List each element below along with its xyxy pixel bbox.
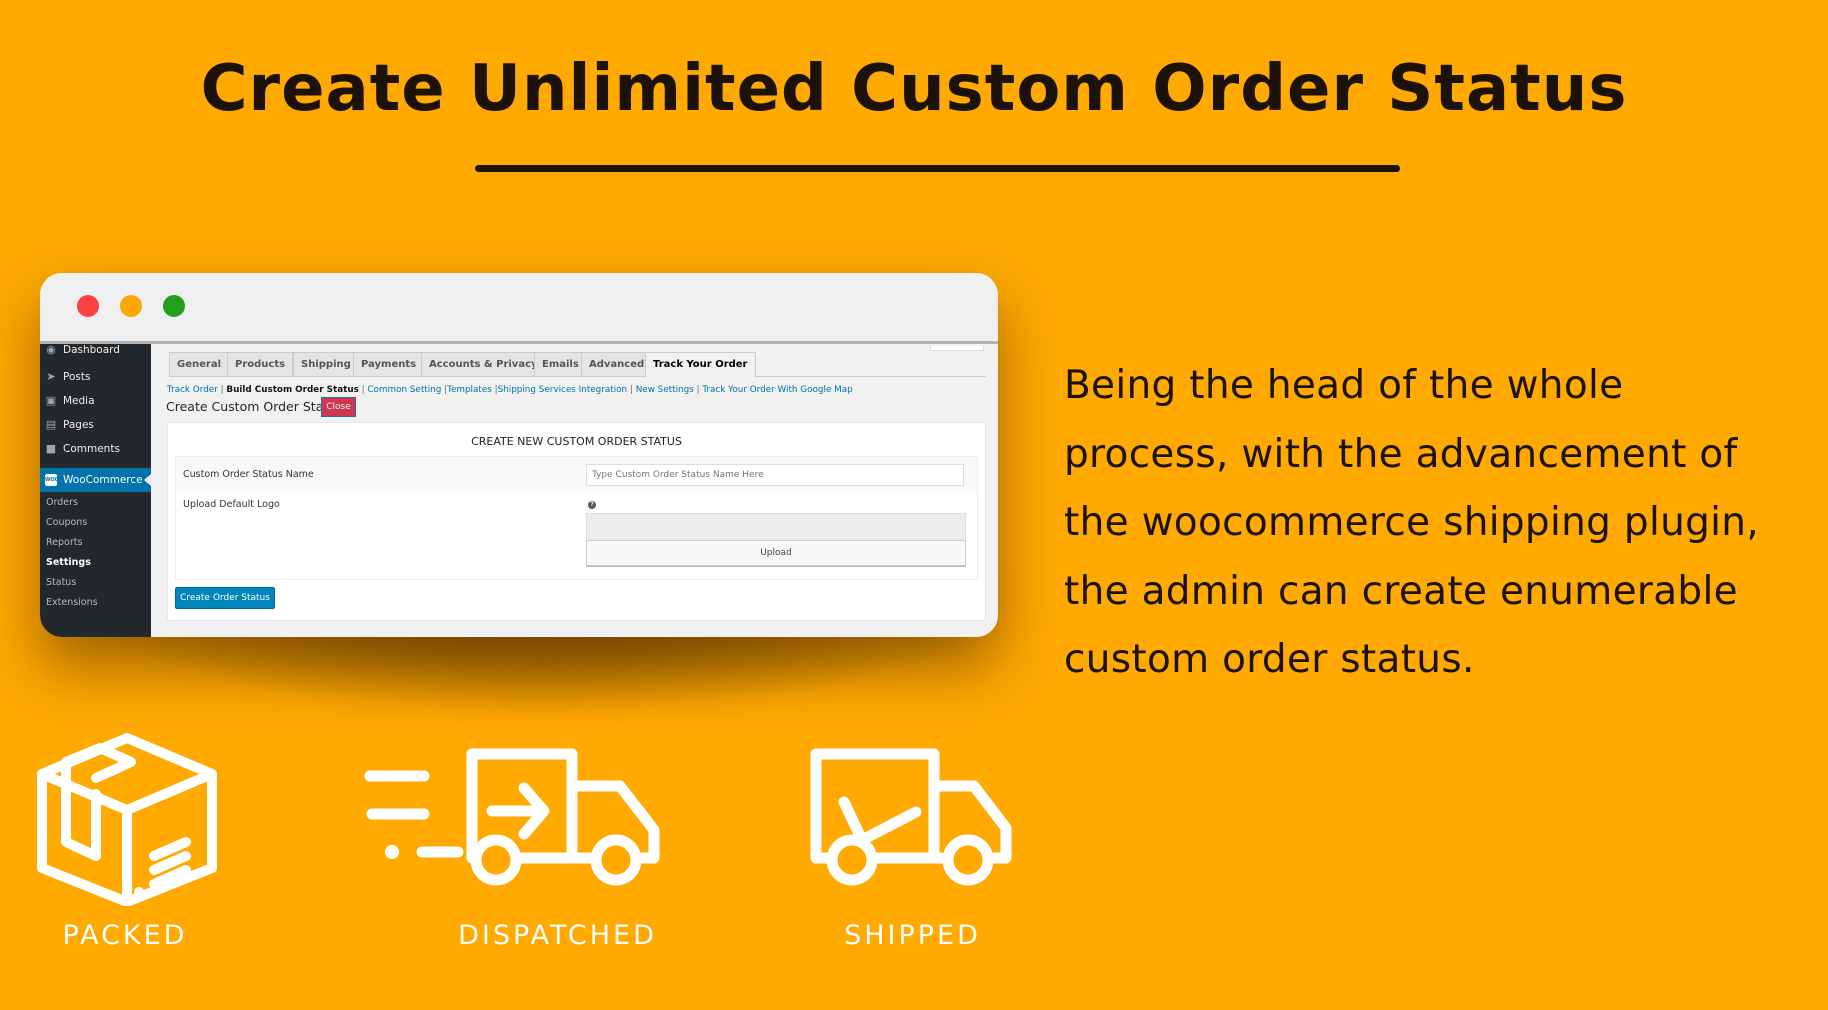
subnav-templates[interactable]: Templates: [447, 385, 492, 395]
media-icon: ▣: [45, 394, 57, 407]
pages-icon: ▤: [45, 418, 57, 431]
tab-products[interactable]: Products: [227, 352, 294, 376]
tab-shipping[interactable]: Shipping: [293, 352, 359, 376]
comment-icon: ■: [45, 442, 57, 455]
create-status-panel: CREATE NEW CUSTOM ORDER STATUS Custom Or…: [167, 422, 986, 621]
feature-description: Being the head of the whole process, wit…: [1064, 352, 1804, 695]
window-titlebar: [40, 273, 998, 344]
submenu-orders[interactable]: Orders: [46, 497, 78, 508]
subnav-shipping-services-integration[interactable]: Shipping Services Integration: [498, 385, 628, 395]
sub-navigation: Track Order | Build Custom Order Status …: [167, 385, 853, 395]
description-line: process, with the advancement of: [1064, 431, 1738, 477]
description-line: the admin can create enumerable: [1064, 568, 1738, 614]
window-minimize-dot[interactable]: [120, 295, 142, 317]
hero-title: Create Unlimited Custom Order Status: [200, 52, 1628, 126]
subnav-separator: |: [629, 385, 633, 395]
submenu-reports[interactable]: Reports: [46, 537, 82, 548]
subnav-build-custom-order-status[interactable]: Build Custom Order Status: [226, 385, 358, 395]
settings-content: General Products Shipping Payments Accou…: [151, 344, 998, 637]
status-name-input[interactable]: [586, 464, 964, 486]
submenu-extensions[interactable]: Extensions: [46, 597, 98, 608]
panel-title: CREATE NEW CUSTOM ORDER STATUS: [471, 435, 682, 448]
window-maximize-dot[interactable]: [163, 295, 185, 317]
submenu-coupons[interactable]: Coupons: [46, 517, 87, 528]
status-label-packed: PACKED: [62, 920, 188, 951]
tab-track-your-order[interactable]: Track Your Order: [645, 352, 756, 377]
subnav-track-with-google-map[interactable]: Track Your Order With Google Map: [702, 385, 852, 395]
upload-logo-label: Upload Default Logo: [183, 499, 280, 510]
tab-emails[interactable]: Emails: [534, 352, 587, 376]
close-button[interactable]: Close: [321, 397, 356, 417]
subnav-separator: |: [696, 385, 700, 395]
woo-icon: WOO: [45, 474, 59, 486]
form-row-status-name: Custom Order Status Name: [176, 457, 977, 493]
subnav-separator: |: [220, 385, 224, 395]
logo-preview-field: [586, 513, 966, 541]
fast-delivery-truck-icon: [364, 748, 660, 886]
page-heading: Create Custom Order Status: [166, 399, 343, 414]
subnav-separator: |: [361, 385, 365, 395]
pin-icon: ➤: [46, 370, 56, 383]
form-table: Custom Order Status Name Upload Default …: [175, 456, 978, 580]
title-underline: [475, 165, 1400, 172]
submenu-settings[interactable]: Settings: [46, 557, 91, 568]
subnav-common-setting[interactable]: Common Setting: [367, 385, 441, 395]
sidebar-item-posts[interactable]: ➤ Posts: [40, 366, 151, 388]
status-label-dispatched: DISPATCHED: [458, 920, 657, 951]
sidebar-item-pages[interactable]: ▤ Pages: [40, 414, 151, 436]
subnav-track-order[interactable]: Track Order: [167, 385, 218, 395]
package-box-icon: [37, 733, 217, 906]
status-label-shipped: SHIPPED: [844, 920, 981, 951]
tab-advanced[interactable]: Advanced: [581, 352, 653, 376]
admin-sidebar: ◉ Dashboard ➤ Posts ▣ Media ▤ Pages ■ Co…: [40, 344, 151, 637]
screen-options-field[interactable]: [930, 346, 984, 351]
tab-payments[interactable]: Payments: [353, 352, 425, 376]
browser-window-mockup: ◉ Dashboard ➤ Posts ▣ Media ▤ Pages ■ Co…: [40, 273, 998, 637]
description-line: Being the head of the whole: [1064, 363, 1624, 408]
sidebar-item-woocommerce[interactable]: WOO WooCommerce: [40, 468, 151, 492]
upload-button[interactable]: Upload: [586, 540, 966, 566]
window-close-dot[interactable]: [77, 295, 99, 317]
tab-general[interactable]: General: [169, 352, 229, 376]
sidebar-item-media[interactable]: ▣ Media: [40, 390, 151, 412]
form-row-upload-logo: Upload Default Logo ? Upload: [176, 493, 977, 579]
status-name-label: Custom Order Status Name: [183, 469, 314, 480]
description-line: custom order status.: [1064, 637, 1475, 682]
create-order-status-button[interactable]: Create Order Status: [175, 587, 275, 609]
description-line: the woocommerce shipping plugin,: [1064, 500, 1760, 545]
help-icon[interactable]: ?: [588, 501, 596, 509]
settings-tabs: General Products Shipping Payments Accou…: [169, 352, 986, 377]
subnav-new-settings[interactable]: New Settings: [636, 385, 694, 395]
tab-accounts-privacy[interactable]: Accounts & Privacy: [421, 352, 546, 376]
truck-checkmark-icon: [810, 748, 1012, 886]
dashboard-icon: ◉: [46, 343, 56, 356]
sidebar-item-dashboard[interactable]: ◉ Dashboard: [40, 339, 151, 361]
submenu-status[interactable]: Status: [46, 577, 76, 588]
sidebar-item-comments[interactable]: ■ Comments: [40, 438, 151, 460]
